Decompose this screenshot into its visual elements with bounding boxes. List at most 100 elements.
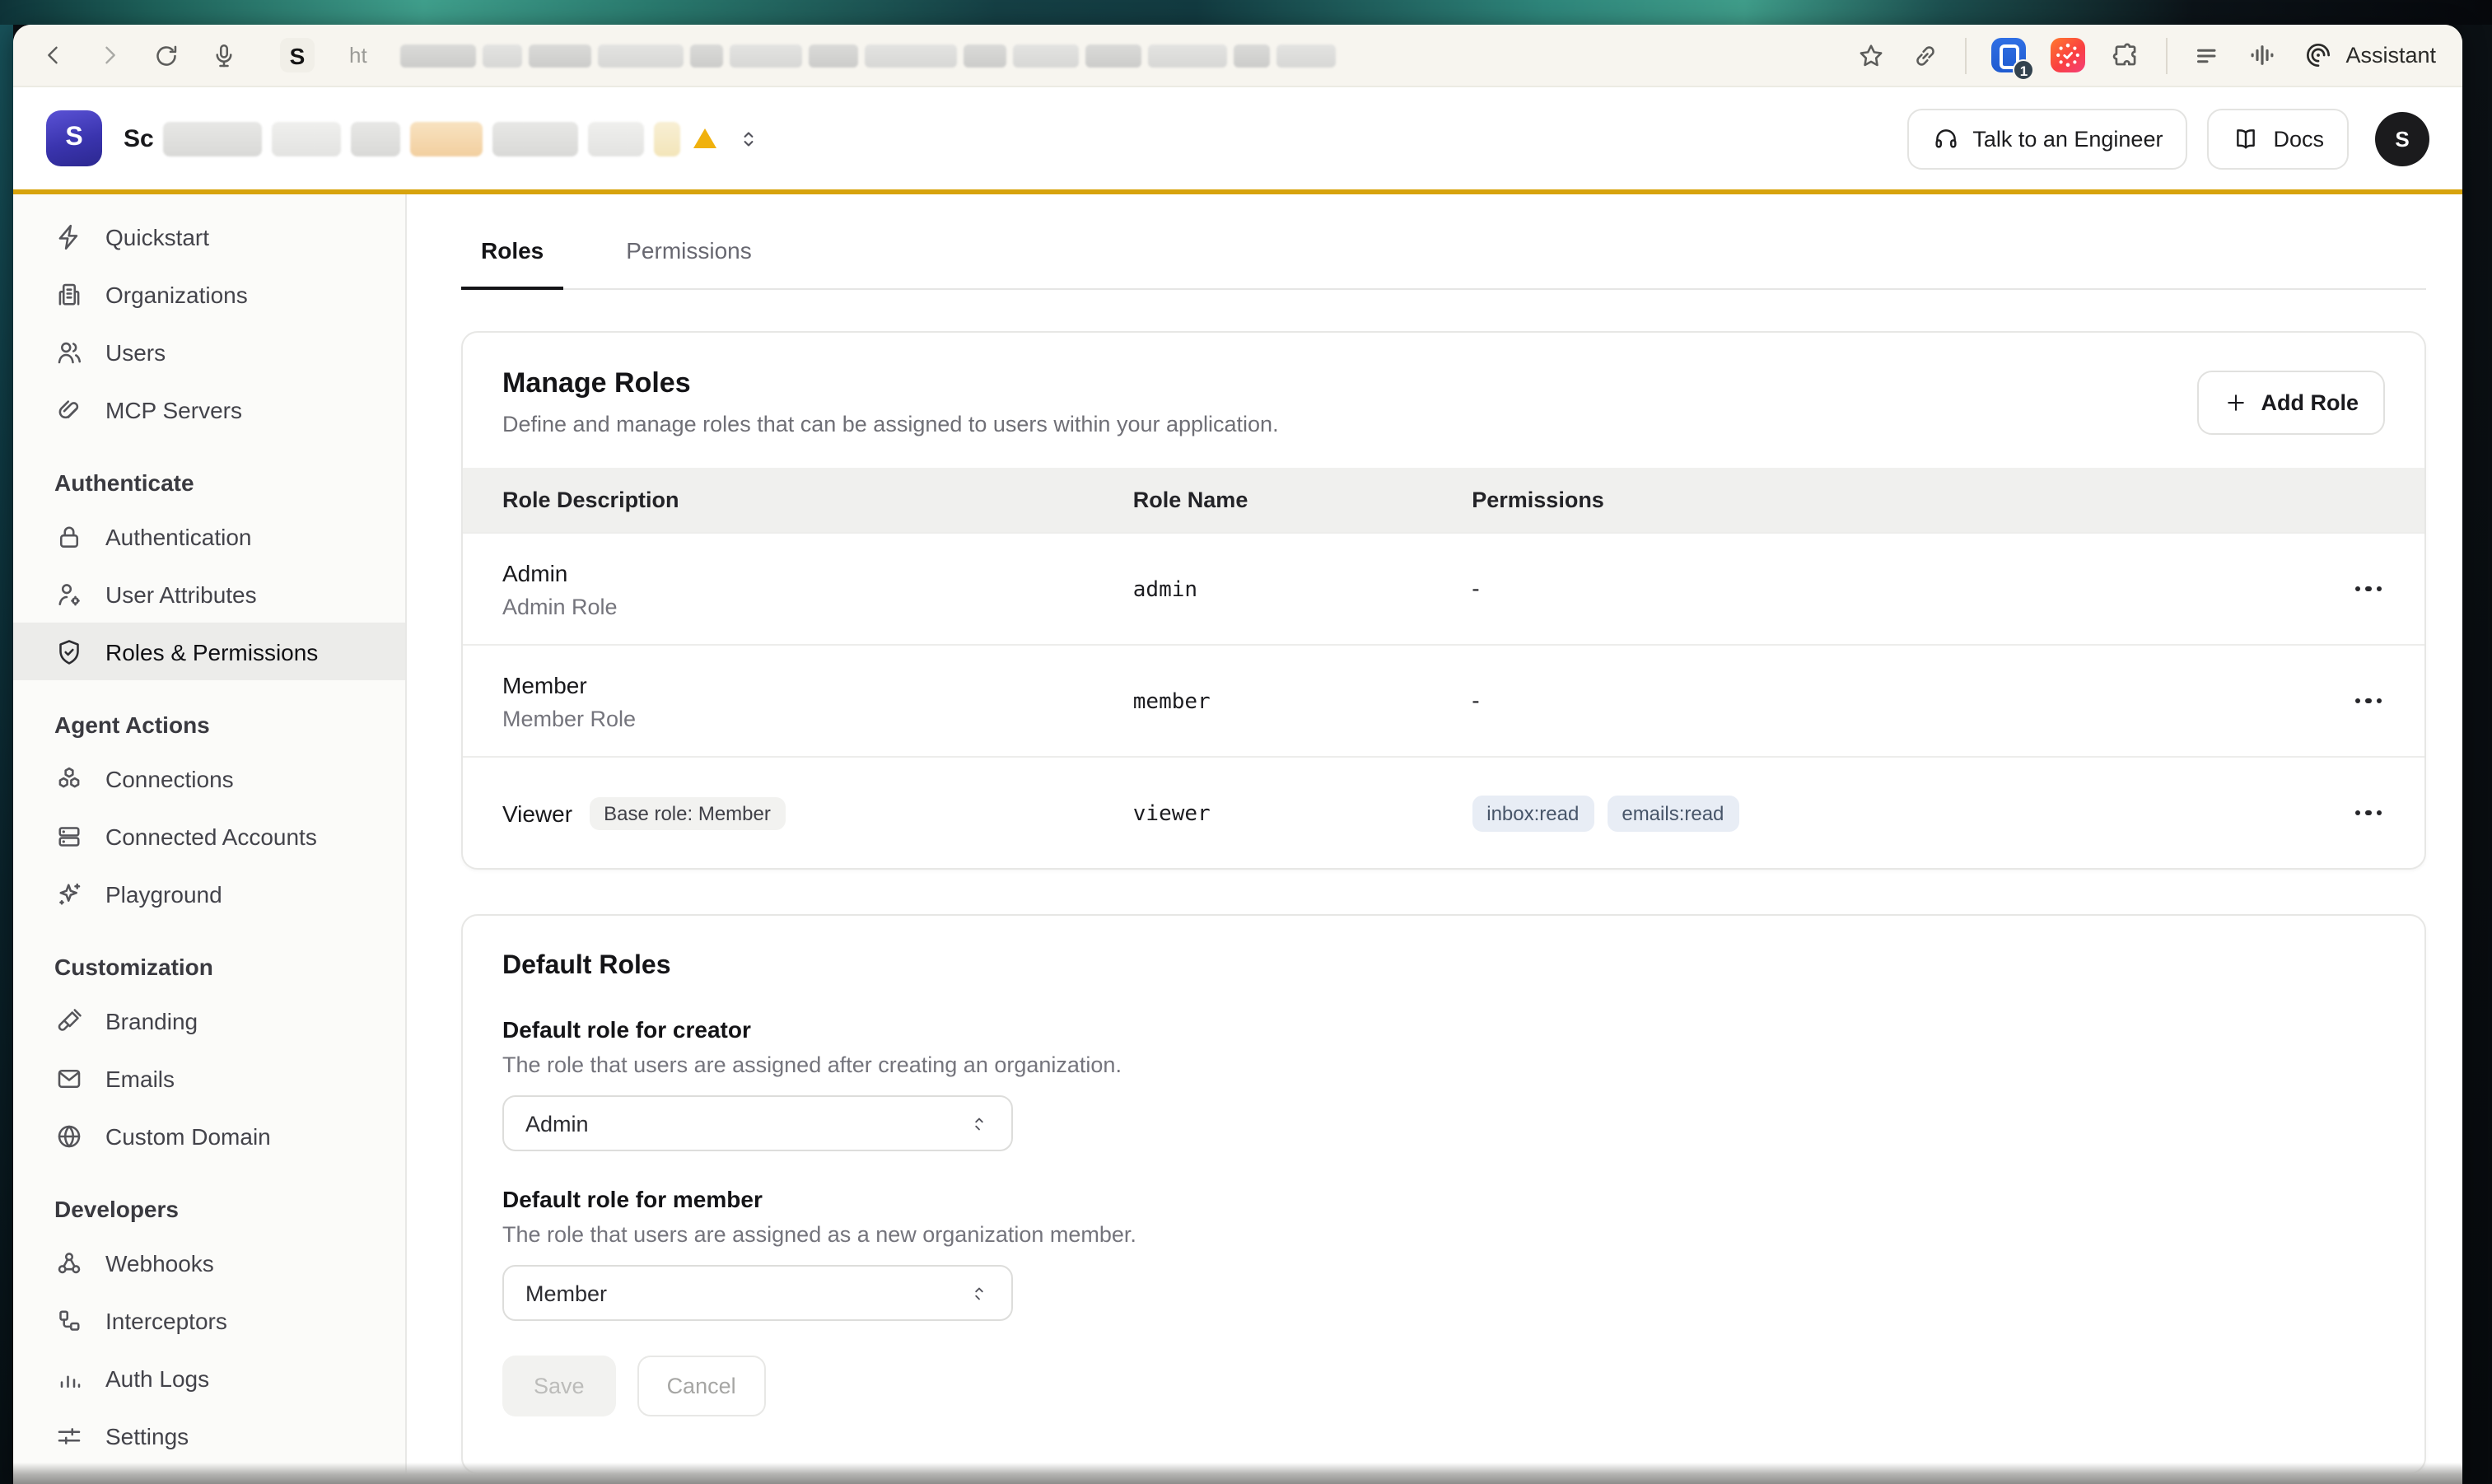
sidebar-section-developers: Developers — [13, 1184, 405, 1234]
row-menu-icon[interactable] — [2351, 800, 2385, 826]
app-logo: S — [46, 110, 102, 166]
default-roles-title: Default Roles — [502, 952, 2385, 982]
tab-permissions[interactable]: Permissions — [606, 237, 772, 288]
add-role-button[interactable]: Add Role — [2197, 371, 2386, 435]
sidebar-section-agent-actions: Agent Actions — [13, 700, 405, 749]
sliders-icon — [54, 1421, 84, 1450]
browser-nav-controls: S ht — [40, 38, 1336, 72]
toolbar-divider — [1965, 37, 1967, 73]
permissions-empty: - — [1472, 686, 1479, 712]
headphones-icon — [1931, 124, 1959, 152]
sidebar-item-interceptors[interactable]: Interceptors — [13, 1291, 405, 1349]
row-menu-icon[interactable] — [2351, 688, 2385, 714]
zap-icon — [54, 222, 84, 251]
interceptor-icon — [54, 1305, 84, 1335]
base-role-badge: Base role: Member — [589, 796, 786, 829]
sidebar-item-emails[interactable]: Emails — [13, 1049, 405, 1107]
chevron-updown-icon — [968, 1282, 990, 1304]
site-favicon: S — [280, 38, 315, 72]
user-gear-icon — [54, 579, 84, 609]
sidebar-item-settings[interactable]: Settings — [13, 1407, 405, 1464]
microphone-icon[interactable] — [209, 40, 239, 70]
role-title: Member — [502, 671, 1133, 698]
webhook-icon — [54, 1248, 84, 1277]
url-text[interactable]: ht — [349, 43, 367, 68]
main-content: Roles Permissions Manage Roles Define an… — [407, 194, 2462, 1484]
sidebar-item-authentication[interactable]: Authentication — [13, 507, 405, 565]
plus-icon — [2224, 390, 2248, 415]
app-header: S Sc Talk to an Engineer Docs — [13, 87, 2462, 189]
header-actions: Talk to an Engineer Docs S — [1906, 108, 2429, 169]
reader-mode-icon[interactable] — [2192, 40, 2222, 70]
toolbar-divider — [2166, 37, 2168, 73]
warning-triangle-icon — [694, 128, 717, 148]
role-row-member: Member Member Role member - — [463, 644, 2424, 756]
permission-badge: inbox:read — [1472, 795, 1594, 831]
extension-badge: 1 — [2013, 59, 2034, 81]
sidebar-item-organizations[interactable]: Organizations — [13, 265, 405, 323]
reload-icon[interactable] — [152, 40, 181, 70]
mcp-icon — [54, 394, 84, 424]
sidebar-item-branding[interactable]: Branding — [13, 992, 405, 1049]
row-menu-icon[interactable] — [2351, 576, 2385, 602]
organization-icon — [54, 279, 84, 309]
permissions-empty: - — [1472, 574, 1479, 600]
chevron-updown-icon — [968, 1113, 990, 1134]
cubes-icon — [54, 763, 84, 793]
clock-extension-icon[interactable] — [2051, 38, 2085, 72]
desktop-wallpaper-strip — [0, 0, 2492, 25]
member-role-description: The role that users are assigned as a ne… — [502, 1222, 2385, 1247]
screen: S ht 1 — [0, 0, 2492, 1484]
audio-equalizer-icon[interactable] — [2247, 40, 2278, 71]
sidebar-item-connected-accounts[interactable]: Connected Accounts — [13, 807, 405, 865]
sidebar-item-mcp-servers[interactable]: MCP Servers — [13, 380, 405, 438]
sidebar-item-webhooks[interactable]: Webhooks — [13, 1234, 405, 1291]
talk-to-engineer-button[interactable]: Talk to an Engineer — [1906, 108, 2187, 169]
role-title: Viewer — [502, 800, 572, 826]
sidebar-item-auth-logs[interactable]: Auth Logs — [13, 1349, 405, 1407]
copy-link-icon[interactable] — [1911, 40, 1940, 70]
url-redacted — [400, 44, 1336, 67]
role-title: Admin — [502, 559, 1133, 586]
sidebar-section-customization: Customization — [13, 942, 405, 992]
password-manager-extension-icon[interactable]: 1 — [1991, 38, 2026, 72]
users-icon — [54, 337, 84, 366]
role-name-value: member — [1133, 689, 1211, 714]
manage-roles-description: Define and manage roles that can be assi… — [502, 412, 1279, 436]
cancel-button[interactable]: Cancel — [637, 1356, 766, 1416]
bar-chart-icon — [54, 1363, 84, 1393]
extensions-puzzle-icon[interactable] — [2110, 40, 2141, 71]
role-row-viewer: Viewer Base role: Member viewer inbox:re… — [463, 756, 2424, 868]
member-role-select[interactable]: Member — [502, 1265, 1013, 1321]
browser-toolbar-right: 1 — [1856, 37, 2436, 73]
sidebar-item-roles-permissions[interactable]: Roles & Permissions — [13, 623, 405, 680]
creator-role-select[interactable]: Admin — [502, 1095, 1013, 1151]
sidebar-item-user-attributes[interactable]: User Attributes — [13, 565, 405, 623]
sidebar-section-authenticate: Authenticate — [13, 458, 405, 507]
role-name-value: viewer — [1133, 801, 1211, 826]
globe-icon — [54, 1121, 84, 1150]
column-role-description: Role Description — [502, 488, 1133, 512]
desktop-right-edge — [2462, 25, 2492, 1484]
assistant-control[interactable]: Assistant — [2303, 40, 2436, 71]
bookmark-star-icon[interactable] — [1856, 40, 1886, 70]
workspace-name: Sc — [124, 124, 154, 152]
assistant-label: Assistant — [2345, 43, 2436, 68]
docs-button[interactable]: Docs — [2207, 108, 2349, 169]
back-icon[interactable] — [40, 41, 68, 69]
sidebar-item-playground[interactable]: Playground — [13, 865, 405, 922]
role-row-admin: Admin Admin Role admin - — [463, 532, 2424, 644]
user-avatar[interactable]: S — [2375, 111, 2429, 166]
workspace-switcher[interactable]: Sc — [124, 121, 762, 156]
default-role-creator-group: Default role for creator The role that u… — [502, 1016, 2385, 1151]
sidebar-item-custom-domain[interactable]: Custom Domain — [13, 1107, 405, 1164]
forward-icon[interactable] — [96, 41, 124, 69]
sidebar-item-quickstart[interactable]: Quickstart — [13, 208, 405, 265]
sidebar-item-users[interactable]: Users — [13, 323, 405, 380]
manage-roles-card: Manage Roles Define and manage roles tha… — [461, 331, 2426, 870]
save-button[interactable]: Save — [502, 1356, 616, 1416]
workspace-chevron-updown-icon[interactable] — [737, 126, 762, 151]
sidebar-item-connections[interactable]: Connections — [13, 749, 405, 807]
member-role-label: Default role for member — [502, 1186, 2385, 1212]
tab-roles[interactable]: Roles — [461, 237, 563, 290]
